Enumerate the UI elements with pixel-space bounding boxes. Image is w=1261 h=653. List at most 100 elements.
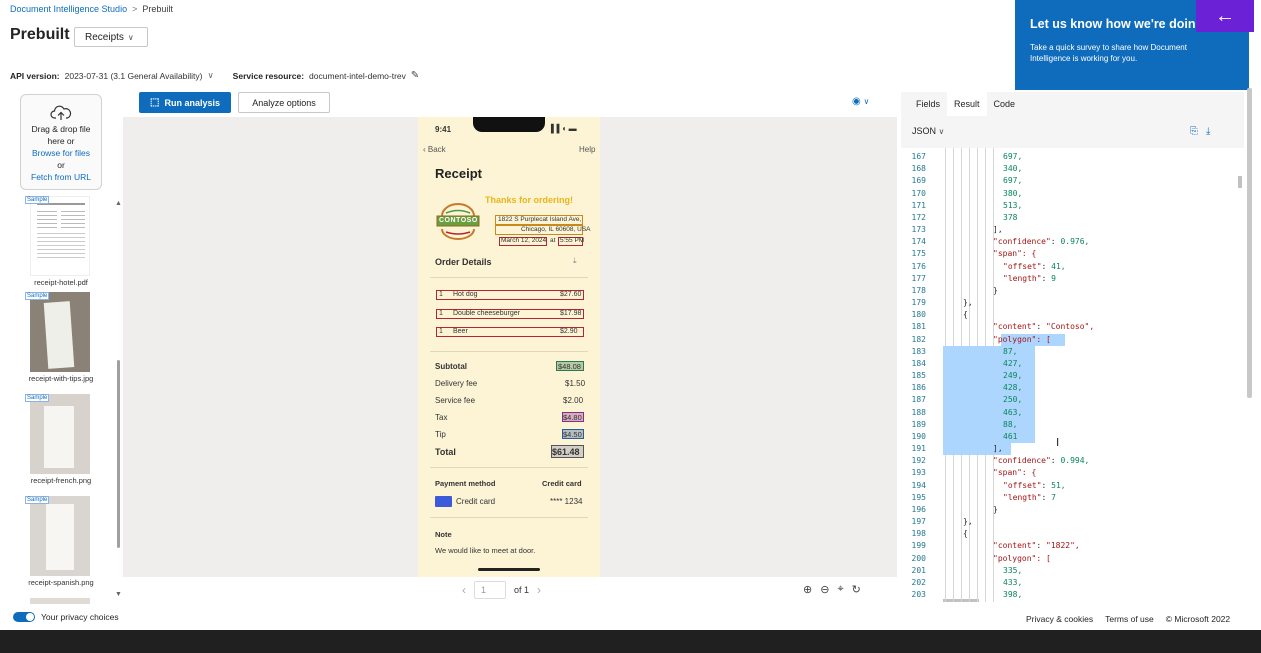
sample-thumbnail bbox=[30, 496, 90, 576]
phone-notch bbox=[473, 117, 545, 132]
page-scrollbar[interactable] bbox=[1247, 88, 1252, 398]
copy-icon[interactable]: ⎘ bbox=[1190, 126, 1198, 137]
item-name: Double cheeseburger bbox=[453, 310, 520, 317]
model-type-dropdown[interactable]: Receipts ∨ bbox=[74, 27, 148, 47]
code-line: 513, bbox=[1003, 200, 1023, 210]
download-icon[interactable]: ⤓ bbox=[1206, 126, 1210, 137]
zoom-in-icon[interactable]: ⊕ bbox=[803, 583, 812, 596]
back-arrow-button[interactable]: ← bbox=[1196, 0, 1254, 32]
tab-code[interactable]: Code bbox=[987, 92, 1023, 116]
sample-label: receipt-hotel.pdf bbox=[34, 278, 88, 287]
sample-tag: Sample bbox=[25, 196, 50, 204]
code-line: 428, bbox=[1003, 383, 1023, 393]
code-line: 398, bbox=[1003, 590, 1023, 600]
privacy-choices[interactable]: Your privacy choices bbox=[13, 612, 119, 622]
json-code-view[interactable]: 167 697, 168 340, 169 697, 170 380, 171 513, 172 37… bbox=[901, 148, 1244, 602]
copyright-text: © Microsoft 2022 bbox=[1165, 614, 1231, 624]
chevron-down-icon: ∨ bbox=[938, 127, 945, 136]
code-line: 250, bbox=[1003, 395, 1023, 405]
code-line: 427, bbox=[1003, 358, 1023, 368]
sample-list-scrollbar[interactable]: ▲ ▼ bbox=[114, 198, 122, 602]
code-line: 87, bbox=[1003, 346, 1018, 356]
receipt-date: March 12, 2024 bbox=[501, 237, 547, 244]
privacy-cookies-link[interactable]: Privacy & cookies bbox=[1026, 614, 1093, 624]
tab-result[interactable]: Result bbox=[947, 92, 987, 116]
sample-item[interactable]: Sample receipt-french.png bbox=[20, 394, 102, 492]
page-number-input[interactable]: 1 bbox=[474, 581, 506, 599]
breadcrumb-root-link[interactable]: Document Intelligence Studio bbox=[10, 4, 127, 14]
receipt-time: 9:41 bbox=[435, 125, 452, 134]
tab-fields[interactable]: Fields bbox=[909, 92, 947, 116]
code-line-number: 190 bbox=[911, 431, 926, 441]
document-canvas[interactable]: 9:41 ▐▐ ◖ ▬ ‹ Back Help Receipt Thanks f… bbox=[123, 117, 897, 577]
survey-text: Take a quick survey to share how Documen… bbox=[1030, 43, 1187, 63]
service-fee-value: $2.00 bbox=[563, 396, 584, 405]
code-line: "length": 7 bbox=[1003, 492, 1056, 502]
fit-to-page-icon[interactable]: ⌖ bbox=[837, 583, 843, 596]
code-line-number: 175 bbox=[911, 249, 926, 259]
sample-thumbnail bbox=[30, 394, 90, 474]
zoom-out-icon[interactable]: ⊖ bbox=[820, 583, 829, 596]
code-line: "confidence": 0.976, bbox=[993, 237, 1090, 247]
run-analysis-button[interactable]: ⬚ Run analysis bbox=[139, 92, 231, 113]
receipt-thanks: Thanks for ordering! bbox=[485, 195, 574, 205]
analyze-options-button[interactable]: Analyze options bbox=[238, 92, 330, 113]
download-icon: ⤓ bbox=[573, 256, 577, 265]
visibility-toggle[interactable]: ◉ ∨ bbox=[852, 96, 869, 107]
eye-icon: ◉ bbox=[852, 96, 861, 107]
sample-list: Sample receipt-hotel.pdf Sample receipt-… bbox=[20, 196, 102, 604]
code-line-number: 169 bbox=[911, 176, 926, 186]
code-line: 249, bbox=[1003, 371, 1023, 381]
code-line: "polygon": [ bbox=[993, 334, 1051, 344]
receipt-at: at bbox=[550, 237, 556, 244]
chevron-right-icon[interactable]: › bbox=[537, 583, 541, 597]
page-navigator: ‹ 1 of 1 › bbox=[462, 580, 541, 600]
format-value: JSON bbox=[912, 126, 937, 136]
rotate-icon[interactable]: ↻ bbox=[852, 583, 861, 596]
api-version-value[interactable]: 2023-07-31 (3.1 General Availability) bbox=[65, 71, 203, 81]
run-analysis-label: Run analysis bbox=[164, 97, 220, 108]
code-line-number: 196 bbox=[911, 504, 926, 514]
page-title: Prebuilt bbox=[10, 26, 70, 43]
drop-instruction-1: Drag & drop file bbox=[31, 124, 91, 134]
code-line: "span": { bbox=[993, 468, 1037, 478]
browse-files-link[interactable]: Browse for files bbox=[21, 147, 101, 159]
code-line-number: 186 bbox=[911, 383, 926, 393]
edit-pencil-icon[interactable]: ✎ bbox=[411, 70, 419, 81]
code-line: "offset": 41, bbox=[1003, 261, 1066, 271]
code-line: 340, bbox=[1003, 164, 1023, 174]
code-line-number: 192 bbox=[911, 456, 926, 466]
item-qty: 1 bbox=[439, 328, 443, 335]
code-line: "content": "1822", bbox=[993, 541, 1080, 551]
item-price: $27.60 bbox=[560, 291, 582, 298]
file-drop-zone[interactable]: Drag & drop file here or Browse for file… bbox=[20, 94, 102, 190]
sample-item[interactable]: Sample receipt-with-tips.jpg bbox=[20, 292, 102, 390]
fetch-url-link[interactable]: Fetch from URL bbox=[21, 171, 101, 183]
receipt-document: 9:41 ▐▐ ◖ ▬ ‹ Back Help Receipt Thanks f… bbox=[418, 117, 600, 577]
code-line: }, bbox=[963, 517, 973, 527]
format-dropdown[interactable]: JSON ∨ bbox=[912, 126, 944, 136]
sample-thumbnail bbox=[30, 196, 90, 276]
taskbar-strip bbox=[0, 630, 1261, 653]
code-line: ], bbox=[993, 444, 1003, 454]
code-vertical-scrollbar[interactable] bbox=[1238, 176, 1242, 188]
order-details-heading: Order Details bbox=[435, 257, 492, 267]
code-line-number: 195 bbox=[911, 492, 926, 502]
terms-of-use-link[interactable]: Terms of use bbox=[1105, 614, 1154, 624]
sample-item[interactable]: Sample receipt-spanish.png bbox=[20, 496, 102, 594]
chevron-left-icon[interactable]: ‹ bbox=[462, 583, 466, 597]
code-line-number: 199 bbox=[911, 541, 926, 551]
sample-item[interactable]: Sample receipt-hotel.pdf bbox=[20, 196, 102, 294]
chevron-down-icon[interactable]: ∨ bbox=[207, 70, 213, 81]
tip-label: Tip bbox=[435, 430, 446, 439]
code-line-number: 181 bbox=[911, 322, 926, 332]
code-line: 463, bbox=[1003, 407, 1023, 417]
code-line-number: 188 bbox=[911, 407, 926, 417]
receipt-back-link: ‹ Back bbox=[423, 145, 446, 154]
code-line-number: 167 bbox=[911, 152, 926, 161]
code-line-number: 172 bbox=[911, 212, 926, 222]
code-line-number: 200 bbox=[911, 553, 926, 563]
code-line: } bbox=[993, 285, 998, 295]
code-line: 433, bbox=[1003, 577, 1023, 587]
delivery-fee-value: $1.50 bbox=[565, 379, 586, 388]
